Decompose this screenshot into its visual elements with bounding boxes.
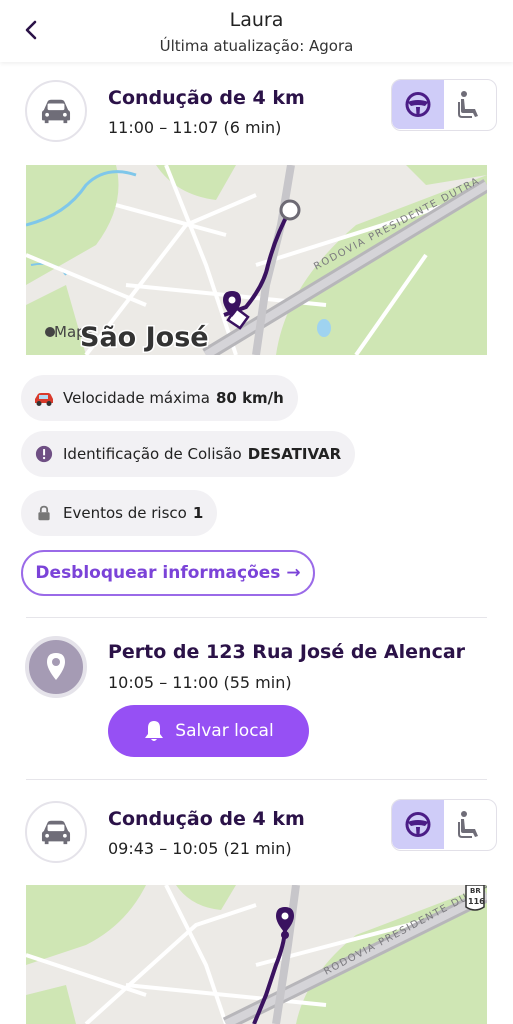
save-place-label: Salvar local bbox=[175, 721, 274, 741]
highway-shield-icon: BR 116 bbox=[465, 885, 485, 911]
location-pin-icon bbox=[47, 653, 65, 680]
passenger-seat-icon bbox=[458, 91, 478, 118]
trip-time: 09:43 – 10:05 (21 min) bbox=[108, 839, 292, 858]
steering-wheel-icon bbox=[405, 812, 431, 837]
place-icon-circle bbox=[25, 636, 87, 698]
map-canvas: RODOVIA PRESIDENTE DUTRA Maps São José bbox=[26, 165, 487, 355]
top-bar: Laura Última atualização: Agora bbox=[0, 0, 513, 62]
max-speed-value: 80 km/h bbox=[215, 389, 284, 407]
driver-passenger-toggle[interactable] bbox=[391, 79, 497, 131]
city-label: São José bbox=[80, 322, 209, 353]
max-speed-label: Velocidade máxima bbox=[63, 389, 210, 407]
divider bbox=[26, 617, 487, 618]
steering-wheel-icon bbox=[405, 92, 431, 117]
trip-title: Condução de 4 km bbox=[108, 808, 305, 830]
unlock-info-button[interactable]: Desbloquear informações → bbox=[21, 550, 315, 596]
map-canvas: RODOVIA PRESIDENTE DUTRA BR 116 bbox=[26, 885, 487, 1024]
last-updated-text: Última atualização: Agora bbox=[159, 37, 354, 55]
place-title: Perto de 123 Rua José de Alencar bbox=[108, 641, 466, 663]
trip-icon-circle bbox=[25, 80, 87, 142]
risk-events-value: 1 bbox=[192, 504, 204, 522]
route-map[interactable]: RODOVIA PRESIDENTE DUTRA BR 116 bbox=[26, 885, 487, 1024]
lock-icon bbox=[33, 503, 55, 523]
trip-time: 11:00 – 11:07 (6 min) bbox=[108, 118, 282, 137]
car-icon bbox=[41, 820, 71, 845]
bell-icon bbox=[145, 721, 164, 741]
save-place-button[interactable]: Salvar local bbox=[108, 705, 309, 757]
red-car-icon bbox=[33, 388, 55, 408]
max-speed-pill: Velocidade máxima 80 km/h bbox=[21, 375, 298, 421]
driver-option[interactable] bbox=[392, 80, 444, 129]
apple-logo-icon bbox=[45, 327, 55, 337]
passenger-option[interactable] bbox=[448, 800, 494, 849]
shield-top: BR bbox=[470, 887, 481, 895]
route-map[interactable]: RODOVIA PRESIDENTE DUTRA Maps São José bbox=[26, 165, 487, 355]
driver-passenger-toggle[interactable] bbox=[391, 799, 497, 851]
car-icon bbox=[41, 99, 71, 124]
risk-events-label: Eventos de risco bbox=[63, 504, 187, 522]
place-time: 10:05 – 11:00 (55 min) bbox=[108, 673, 292, 692]
collision-pill: Identificação de Colisão DESATIVAR bbox=[21, 431, 356, 477]
trip-title: Condução de 4 km bbox=[108, 87, 305, 109]
driver-option[interactable] bbox=[392, 800, 444, 849]
risk-events-pill: Eventos de risco 1 bbox=[21, 490, 218, 536]
divider bbox=[26, 779, 487, 780]
collision-label: Identificação de Colisão bbox=[63, 445, 242, 463]
page-title: Laura bbox=[229, 9, 284, 31]
passenger-option[interactable] bbox=[448, 80, 494, 129]
passenger-seat-icon bbox=[458, 811, 478, 838]
shield-number: 116 bbox=[468, 897, 485, 906]
trip-icon-circle bbox=[25, 801, 87, 863]
collision-value[interactable]: DESATIVAR bbox=[248, 445, 342, 463]
exclamation-icon bbox=[33, 444, 55, 464]
